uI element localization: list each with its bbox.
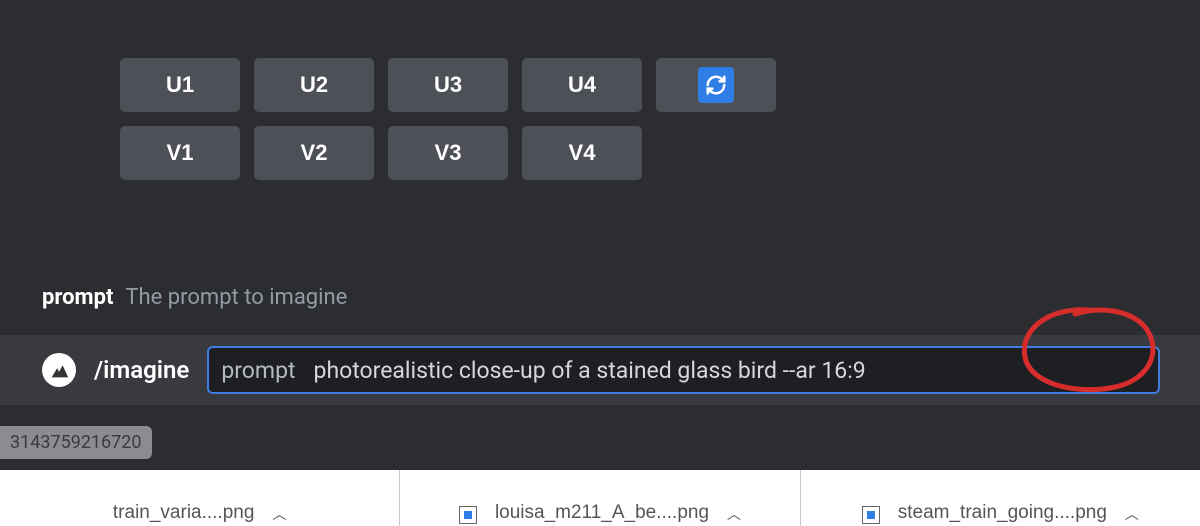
prompt-param-label: prompt <box>221 357 295 384</box>
file-name-label: steam_train_going....png <box>898 502 1107 524</box>
upscale-3-button[interactable]: U3 <box>388 58 508 112</box>
variation-row: V1 V2 V3 V4 <box>120 126 1200 180</box>
reroll-button[interactable] <box>656 58 776 112</box>
chevron-up-icon: ︿ <box>727 504 741 524</box>
variation-3-button[interactable]: V3 <box>388 126 508 180</box>
prompt-input-value: photorealistic close-up of a stained gla… <box>314 357 866 384</box>
image-file-icon <box>459 506 477 524</box>
chevron-up-icon: ︿ <box>1125 504 1139 524</box>
message-input-bar: /imagine prompt photorealistic close-up … <box>0 335 1200 405</box>
refresh-icon <box>698 67 734 103</box>
file-name-label: train_varia....png <box>113 502 255 524</box>
upscale-1-button[interactable]: U1 <box>120 58 240 112</box>
variation-1-button[interactable]: V1 <box>120 126 240 180</box>
file-item[interactable]: train_varia....png ︿ <box>0 470 400 526</box>
action-button-grid: U1 U2 U3 U4 V1 V2 V3 V4 <box>120 58 1200 180</box>
file-browser-area: train_varia....png ︿ louisa_m211_A_be...… <box>0 470 1200 526</box>
param-name-label: prompt <box>42 285 113 310</box>
message-area: U1 U2 U3 U4 V1 V2 V3 V4 <box>0 0 1200 180</box>
prompt-input-box[interactable]: prompt photorealistic close-up of a stai… <box>207 346 1160 394</box>
file-name-label: louisa_m211_A_be....png <box>495 502 709 524</box>
param-description: The prompt to imagine <box>125 285 347 310</box>
variation-2-button[interactable]: V2 <box>254 126 374 180</box>
upscale-4-button[interactable]: U4 <box>522 58 642 112</box>
bot-avatar <box>42 353 76 387</box>
thread-id-tab[interactable]: 3143759216720 <box>0 426 152 459</box>
file-item[interactable]: steam_train_going....png ︿ <box>801 470 1200 526</box>
slash-command: /imagine <box>94 356 189 384</box>
image-file-icon <box>862 506 880 524</box>
upscale-2-button[interactable]: U2 <box>254 58 374 112</box>
command-param-hint: prompt The prompt to imagine <box>42 285 347 310</box>
chevron-up-icon: ︿ <box>272 504 286 524</box>
upscale-row: U1 U2 U3 U4 <box>120 58 1200 112</box>
file-item[interactable]: louisa_m211_A_be....png ︿ <box>400 470 800 526</box>
variation-4-button[interactable]: V4 <box>522 126 642 180</box>
